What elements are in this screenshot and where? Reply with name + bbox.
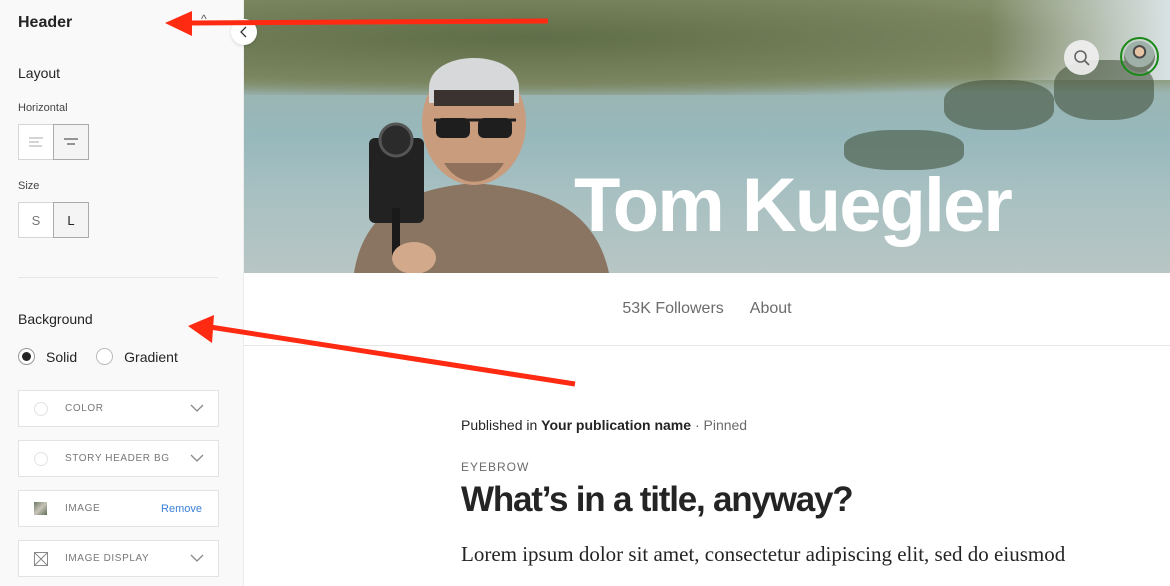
image-field: IMAGE Remove [18,490,219,527]
align-center-icon [64,138,78,145]
color-swatch-icon [33,401,48,416]
post-excerpt: Lorem ipsum dolor sit amet, consectetur … [461,542,1066,566]
profile-nav: 53K Followers About [244,273,1170,346]
about-link[interactable]: About [750,300,792,318]
collapse-section-caret-icon[interactable]: ^ [201,12,207,26]
size-label: Size [18,180,40,192]
palm-tree [944,80,1054,130]
collapse-sidebar-button[interactable] [231,19,257,45]
pinned-post: Published in Your publication name · Pin… [461,417,1161,567]
chevron-down-icon [190,554,204,562]
radio-solid[interactable] [18,348,35,365]
image-field-label: IMAGE [65,503,101,514]
chevron-down-icon [190,404,204,412]
separator: · [694,417,700,433]
section-divider [18,277,218,278]
post-title[interactable]: What’s in a title, anyway? [461,480,1161,520]
chevron-down-icon [190,454,204,462]
profile-avatar[interactable] [1120,37,1159,76]
horizontal-label: Horizontal [18,102,68,114]
story-header-bg-field[interactable]: STORY HEADER BG [18,440,219,477]
image-display-icon [33,551,48,566]
profile-name: Tom Kuegler [574,163,1013,248]
image-display-label: IMAGE DISPLAY [65,553,150,564]
image-thumbnail-icon [34,502,47,515]
background-type-radio-group: Solid Gradient [18,348,178,365]
followers-link[interactable]: 53K Followers [622,300,723,318]
search-button[interactable] [1064,40,1099,75]
align-left-button[interactable] [18,124,54,160]
published-in-label: Published in [461,417,538,433]
profile-header-image: Tom Kuegler [244,0,1170,273]
image-display-field[interactable]: IMAGE DISPLAY [18,540,219,577]
search-icon [1073,49,1090,66]
layout-section-label: Layout [18,65,61,81]
color-swatch-icon [33,451,48,466]
profile-photo-person [354,58,609,273]
pinned-label: Pinned [703,417,748,433]
radio-gradient-label[interactable]: Gradient [124,349,178,365]
align-center-button[interactable] [53,124,89,160]
avatar-image [1124,41,1155,72]
horizontal-alignment-toggle [18,124,89,160]
sidebar-title: Header [18,14,73,31]
size-large-button[interactable]: L [53,202,89,238]
chevron-left-icon [240,26,247,38]
color-field[interactable]: COLOR [18,390,219,427]
background-section-label: Background [18,311,93,327]
radio-gradient[interactable] [96,348,114,365]
post-eyebrow: EYEBROW [461,460,530,474]
remove-image-link[interactable]: Remove [161,503,202,515]
story-header-bg-label: STORY HEADER BG [65,453,170,464]
size-small-button[interactable]: S [18,202,54,238]
publication-link[interactable]: Your publication name [541,417,691,433]
color-field-label: COLOR [65,403,104,414]
align-left-icon [29,137,43,147]
size-toggle: S L [18,202,89,238]
radio-solid-label[interactable]: Solid [46,349,77,365]
publication-line: Published in Your publication name · Pin… [461,417,1161,433]
header-settings-sidebar: Header ^ Layout Horizontal Size S L Back… [0,0,244,586]
